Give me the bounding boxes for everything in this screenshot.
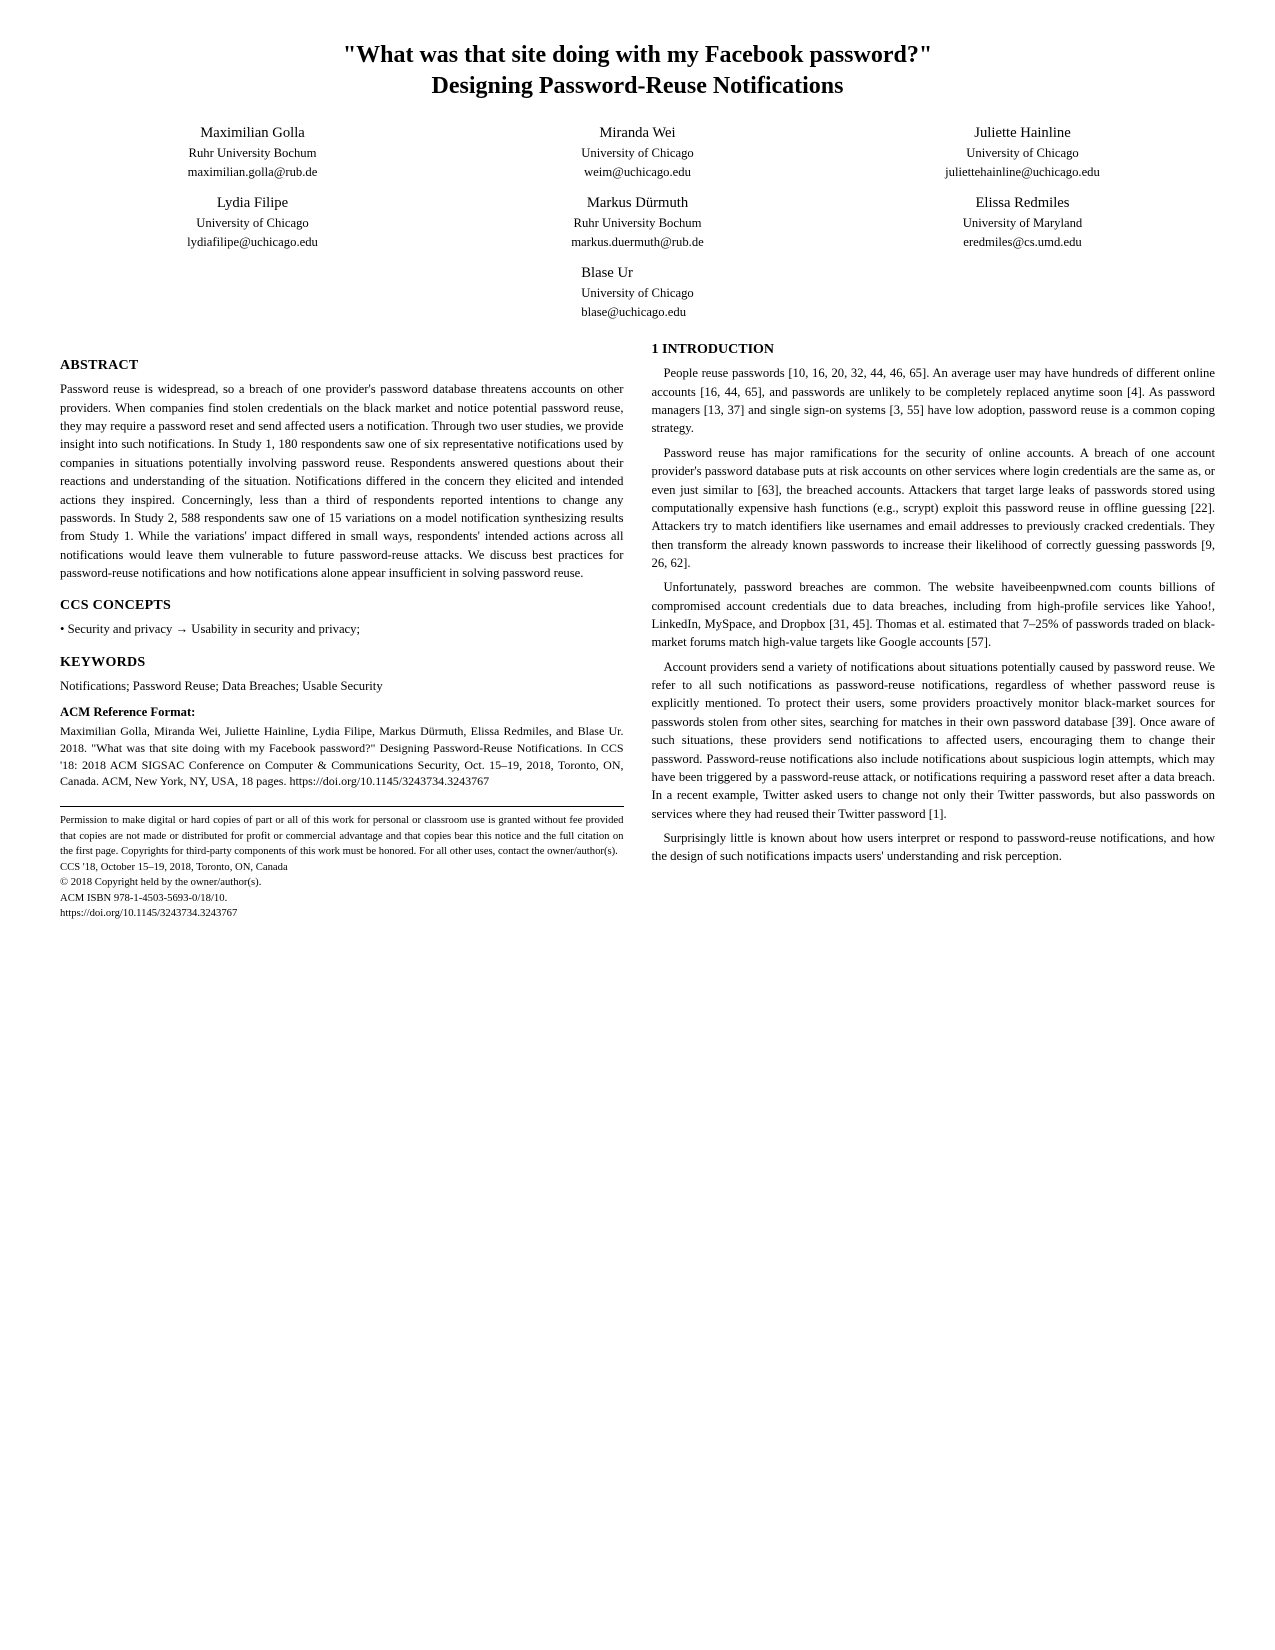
authors-row-1: Maximilian Golla Ruhr University Bochum … — [60, 122, 1215, 182]
intro-heading: 1 INTRODUCTION — [652, 342, 1216, 358]
abstract-heading: ABSTRACT — [60, 358, 624, 374]
authors-row-2: Lydia Filipe University of Chicago lydia… — [60, 192, 1215, 252]
authors-row-3: Blase Ur University of Chicago blase@uch… — [60, 262, 1215, 322]
author-ur: Blase Ur University of Chicago blase@uch… — [581, 262, 693, 322]
right-column: 1 INTRODUCTION People reuse passwords [1… — [652, 342, 1216, 927]
footnote: Permission to make digital or hard copie… — [60, 806, 624, 921]
abstract-text: Password reuse is widespread, so a breac… — [60, 380, 624, 582]
intro-para-5: Surprisingly little is known about how u… — [652, 829, 1216, 866]
author-wei: Miranda Wei University of Chicago weim@u… — [445, 122, 830, 182]
intro-para-4: Account providers send a variety of noti… — [652, 658, 1216, 823]
author-filipe: Lydia Filipe University of Chicago lydia… — [60, 192, 445, 252]
intro-para-3: Unfortunately, password breaches are com… — [652, 578, 1216, 651]
title-section: "What was that site doing with my Facebo… — [60, 40, 1215, 102]
keywords-heading: KEYWORDS — [60, 655, 624, 671]
author-hainline: Juliette Hainline University of Chicago … — [830, 122, 1215, 182]
acm-ref-text: Maximilian Golla, Miranda Wei, Juliette … — [60, 723, 624, 790]
ccs-heading: CCS CONCEPTS — [60, 598, 624, 614]
ccs-text: • Security and privacy → Usability in se… — [60, 620, 624, 638]
footnote-text: Permission to make digital or hard copie… — [60, 813, 624, 921]
acm-ref-heading: ACM Reference Format: — [60, 705, 624, 720]
author-durmuth: Markus Dürmuth Ruhr University Bochum ma… — [445, 192, 830, 252]
left-column: ABSTRACT Password reuse is widespread, s… — [60, 342, 624, 927]
keywords-text: Notifications; Password Reuse; Data Brea… — [60, 677, 624, 695]
two-column-body: ABSTRACT Password reuse is widespread, s… — [60, 342, 1215, 927]
intro-para-2: Password reuse has major ramifications f… — [652, 444, 1216, 573]
page-container: "What was that site doing with my Facebo… — [60, 40, 1215, 928]
intro-para-1: People reuse passwords [10, 16, 20, 32, … — [652, 364, 1216, 437]
author-golla: Maximilian Golla Ruhr University Bochum … — [60, 122, 445, 182]
author-redmiles: Elissa Redmiles University of Maryland e… — [830, 192, 1215, 252]
main-title: "What was that site doing with my Facebo… — [60, 40, 1215, 102]
